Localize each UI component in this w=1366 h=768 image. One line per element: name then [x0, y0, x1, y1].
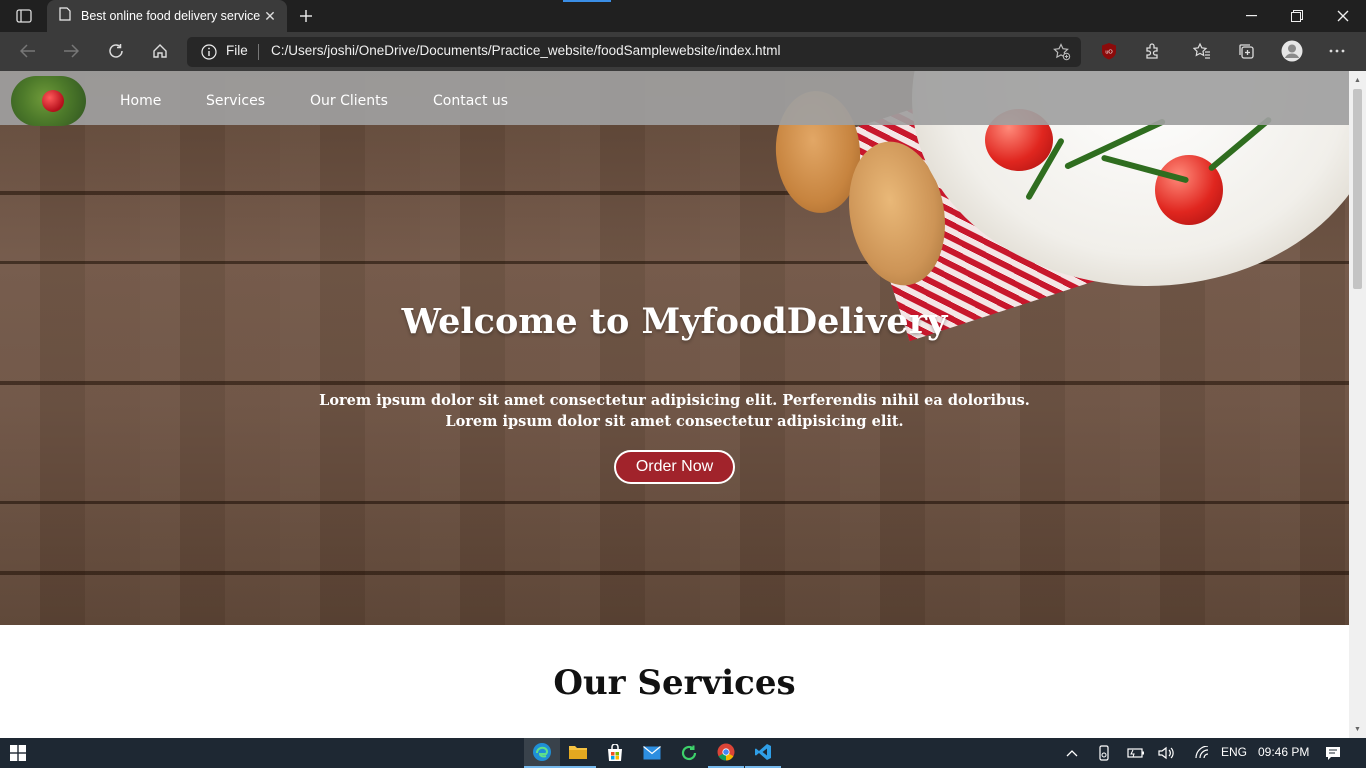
- refresh-app-icon[interactable]: [671, 738, 707, 768]
- notifications-icon[interactable]: [1315, 738, 1351, 768]
- forward-icon[interactable]: [57, 38, 85, 64]
- tab-title: Best online food delivery service: [81, 9, 261, 23]
- nav-our-clients[interactable]: Our Clients: [310, 93, 388, 109]
- volume-icon[interactable]: [1149, 738, 1185, 768]
- device-icon[interactable]: [1086, 738, 1122, 768]
- mail-icon[interactable]: [634, 738, 670, 768]
- tab-close-icon[interactable]: ✕: [261, 8, 279, 25]
- site-logo[interactable]: [11, 76, 86, 126]
- browser-toolbar: File C:/Users/joshi/OneDrive/Documents/P…: [0, 32, 1366, 71]
- store-icon[interactable]: [597, 738, 633, 768]
- tray-overflow-chevron-icon[interactable]: [1054, 738, 1090, 768]
- restore-button[interactable]: [1274, 0, 1320, 32]
- vscode-icon[interactable]: [745, 738, 781, 768]
- hero-title: Welcome to MyfoodDelivery: [401, 301, 948, 342]
- add-favorite-icon[interactable]: [1053, 43, 1071, 66]
- nav-services[interactable]: Services: [206, 93, 265, 109]
- home-icon[interactable]: [146, 38, 174, 64]
- file-explorer-icon[interactable]: [560, 738, 596, 768]
- chrome-icon[interactable]: [708, 738, 744, 768]
- address-bar[interactable]: File C:/Users/joshi/OneDrive/Documents/P…: [187, 37, 1081, 67]
- ublock-badge-text: uO: [1105, 50, 1113, 56]
- new-tab-icon[interactable]: [294, 4, 318, 28]
- favorites-icon[interactable]: [1188, 38, 1216, 64]
- scroll-down-arrow-icon[interactable]: ▼: [1349, 722, 1366, 736]
- collections-icon[interactable]: [1232, 38, 1260, 64]
- nav-home[interactable]: Home: [120, 93, 161, 109]
- refresh-icon[interactable]: [102, 38, 130, 64]
- wifi-icon[interactable]: [1184, 738, 1220, 768]
- profile-avatar-icon[interactable]: [1278, 38, 1306, 64]
- scrollbar-thumb[interactable]: [1353, 89, 1362, 289]
- address-scheme-label: File: [226, 43, 248, 58]
- site-navbar: Home Services Our Clients Contact us: [0, 71, 1349, 126]
- pomegranate-icon: [42, 90, 64, 112]
- browser-tab-active[interactable]: Best online food delivery service ✕: [47, 0, 287, 32]
- wood-plank-seam: [0, 501, 1349, 504]
- hero-description-line-1: Lorem ipsum dolor sit amet consectetur a…: [319, 392, 1030, 409]
- ublock-extension-icon[interactable]: uO: [1095, 38, 1123, 64]
- start-button[interactable]: [0, 738, 36, 768]
- page-viewport: Home Services Our Clients Contact us Wel…: [0, 71, 1349, 738]
- page-icon: [59, 6, 71, 26]
- edge-icon[interactable]: [524, 738, 560, 768]
- language-indicator[interactable]: ENG: [1221, 745, 1247, 759]
- browser-tab-strip: Best online food delivery service ✕: [0, 0, 1366, 32]
- hero-section: Home Services Our Clients Contact us Wel…: [0, 71, 1349, 625]
- clock[interactable]: 09:46 PM: [1258, 745, 1309, 759]
- tab-actions-icon[interactable]: [10, 6, 38, 26]
- scroll-up-arrow-icon[interactable]: ▲: [1349, 73, 1366, 87]
- windows-taskbar: ENG 09:46 PM: [0, 738, 1366, 768]
- address-divider: [258, 44, 259, 60]
- close-window-button[interactable]: [1320, 0, 1366, 32]
- hero-content: Welcome to MyfoodDelivery Lorem ipsum do…: [0, 301, 1349, 484]
- hero-description-line-2: Lorem ipsum dolor sit amet consectetur a…: [445, 413, 904, 430]
- window-drag-indicator: [563, 0, 611, 2]
- info-icon[interactable]: [201, 44, 217, 65]
- url-text[interactable]: C:/Users/joshi/OneDrive/Documents/Practi…: [271, 43, 780, 58]
- extensions-icon[interactable]: [1139, 38, 1167, 64]
- nav-contact-us[interactable]: Contact us: [433, 93, 508, 109]
- page-scrollbar[interactable]: ▲ ▼: [1349, 71, 1366, 738]
- minimize-button[interactable]: [1228, 0, 1274, 32]
- hero-description: Lorem ipsum dolor sit amet consectetur a…: [0, 390, 1349, 432]
- services-heading: Our Services: [553, 663, 796, 703]
- more-options-icon[interactable]: [1323, 38, 1351, 64]
- back-icon[interactable]: [14, 38, 42, 64]
- order-now-button[interactable]: Order Now: [613, 450, 736, 484]
